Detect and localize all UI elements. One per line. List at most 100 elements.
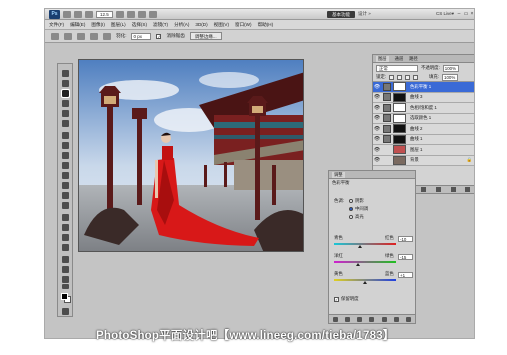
antialias-checkbox[interactable]: ✓ bbox=[156, 33, 162, 39]
dodge-tool-icon[interactable] bbox=[62, 202, 69, 209]
lasso-tool-icon[interactable] bbox=[61, 89, 70, 98]
radio-dot[interactable] bbox=[349, 207, 353, 211]
minibridge-icon[interactable] bbox=[74, 10, 82, 18]
lock-all-icon[interactable] bbox=[413, 74, 419, 80]
menu-file[interactable]: 文件(F) bbox=[49, 22, 64, 28]
opacity-input[interactable]: 100% bbox=[442, 64, 459, 72]
layer-mask-thumbnail[interactable] bbox=[393, 113, 406, 123]
screen-mode-icon[interactable] bbox=[148, 10, 157, 18]
healing-brush-tool-icon[interactable] bbox=[62, 132, 69, 139]
trash-icon[interactable] bbox=[406, 316, 412, 322]
lock-transparent-icon[interactable] bbox=[389, 74, 395, 80]
quick-mask-icon[interactable] bbox=[62, 308, 69, 315]
visibility-eye-icon[interactable]: 👁 bbox=[373, 157, 381, 163]
blend-mode-select[interactable]: 正常 bbox=[376, 64, 418, 72]
layer-row[interactable]: 👁 图层 1 bbox=[373, 145, 474, 156]
lock-position-icon[interactable] bbox=[405, 74, 411, 80]
eraser-tool-icon[interactable] bbox=[62, 172, 69, 179]
layer-row[interactable]: 👁 色相/饱和度 1 bbox=[373, 103, 474, 114]
layer-mask-thumbnail[interactable] bbox=[393, 134, 406, 144]
visibility-eye-icon[interactable]: 👁 bbox=[373, 84, 381, 90]
quick-select-tool-icon[interactable] bbox=[62, 100, 69, 107]
clip-to-layer-icon[interactable] bbox=[357, 316, 363, 322]
cs-live-button[interactable]: CS Live▾ bbox=[436, 11, 454, 17]
menu-3d[interactable]: 3D(D) bbox=[195, 22, 207, 27]
clone-stamp-tool-icon[interactable] bbox=[62, 152, 69, 159]
radio-dot[interactable] bbox=[349, 215, 353, 219]
yellow-blue-slider-thumb[interactable] bbox=[363, 281, 367, 284]
tone-highlights-radio[interactable]: 高光 bbox=[349, 214, 364, 220]
zoom-tool-icon[interactable] bbox=[126, 10, 135, 18]
zoom-level-select[interactable]: 12.5 bbox=[96, 10, 113, 18]
new-adjustment-icon[interactable] bbox=[421, 187, 427, 192]
visibility-eye-icon[interactable]: 👁 bbox=[373, 115, 381, 121]
cyan-red-slider[interactable] bbox=[334, 243, 396, 245]
layer-mask-thumbnail[interactable] bbox=[393, 103, 406, 113]
menu-help[interactable]: 帮助(H) bbox=[258, 22, 274, 28]
yellow-blue-value[interactable]: +1 bbox=[398, 272, 413, 278]
menu-layer[interactable]: 图层(L) bbox=[111, 22, 126, 28]
path-select-tool-icon[interactable] bbox=[62, 234, 69, 241]
lock-pixels-icon[interactable] bbox=[397, 74, 403, 80]
3d-camera-tool-icon[interactable] bbox=[62, 266, 69, 273]
document-canvas[interactable] bbox=[78, 59, 304, 252]
view-extras-icon[interactable] bbox=[85, 10, 93, 18]
new-layer-icon[interactable] bbox=[450, 187, 456, 192]
hand-tool-icon[interactable] bbox=[62, 276, 69, 283]
menu-view[interactable]: 视图(V) bbox=[214, 22, 229, 28]
toggle-visibility-icon[interactable] bbox=[369, 316, 375, 322]
tone-shadows-radio[interactable]: 阴影 bbox=[349, 198, 364, 204]
refine-edge-button[interactable]: 调整边缘... bbox=[189, 32, 222, 40]
tab-paths[interactable]: 路径 bbox=[409, 56, 418, 62]
intersect-selection-icon[interactable] bbox=[103, 32, 111, 40]
return-to-list-icon[interactable] bbox=[332, 316, 338, 322]
tone-midtones-radio[interactable]: 中间调 bbox=[349, 206, 368, 212]
blur-tool-icon[interactable] bbox=[62, 192, 69, 199]
crop-tool-icon[interactable] bbox=[62, 110, 69, 117]
cyan-red-slider-thumb[interactable] bbox=[358, 245, 363, 248]
menu-analysis[interactable]: 分析(A) bbox=[174, 22, 189, 28]
magenta-green-slider-thumb[interactable] bbox=[355, 263, 360, 266]
preserve-luminosity-checkbox[interactable]: ✓ bbox=[334, 296, 339, 302]
new-group-icon[interactable] bbox=[436, 187, 442, 192]
move-tool-icon[interactable] bbox=[62, 70, 69, 77]
layer-row[interactable]: 👁 背景 🔒 bbox=[373, 155, 474, 166]
fill-input[interactable]: 100% bbox=[442, 73, 459, 81]
new-selection-icon[interactable] bbox=[64, 32, 72, 40]
layer-row[interactable]: 👁 曲线 1 bbox=[373, 134, 474, 145]
marquee-tool-icon[interactable] bbox=[62, 80, 69, 87]
eyedropper-tool-icon[interactable] bbox=[62, 120, 69, 127]
history-brush-tool-icon[interactable] bbox=[62, 162, 69, 169]
workspace-design-link[interactable]: 设计 » bbox=[358, 11, 371, 17]
menu-filter[interactable]: 滤镜(T) bbox=[153, 22, 168, 28]
magenta-green-slider[interactable] bbox=[334, 261, 396, 263]
feather-input[interactable]: 0 px bbox=[131, 32, 152, 40]
lasso-preset-icon[interactable] bbox=[51, 32, 59, 40]
3d-rotate-tool-icon[interactable] bbox=[62, 256, 69, 263]
visibility-eye-icon[interactable]: 👁 bbox=[373, 94, 381, 100]
menu-image[interactable]: 图像(I) bbox=[91, 22, 105, 28]
arrange-documents-icon[interactable] bbox=[137, 10, 146, 18]
trash-icon[interactable] bbox=[465, 187, 471, 192]
layer-mask-thumbnail[interactable] bbox=[393, 82, 406, 92]
type-tool-icon[interactable] bbox=[62, 224, 69, 231]
layer-mask-thumbnail[interactable] bbox=[393, 92, 406, 102]
pen-tool-icon[interactable] bbox=[62, 214, 69, 221]
visibility-eye-icon[interactable]: 👁 bbox=[373, 105, 381, 111]
visibility-eye-icon[interactable]: 👁 bbox=[373, 147, 381, 153]
layer-row[interactable]: 👁 色彩平衡 1 bbox=[373, 82, 474, 93]
shape-tool-icon[interactable] bbox=[62, 244, 69, 251]
visibility-eye-icon[interactable]: 👁 bbox=[373, 126, 381, 132]
layer-row[interactable]: 👁 曲线 2 bbox=[373, 124, 474, 135]
brush-tool-icon[interactable] bbox=[62, 142, 69, 149]
add-selection-icon[interactable] bbox=[77, 32, 85, 40]
subtract-selection-icon[interactable] bbox=[90, 32, 98, 40]
hand-tool-icon[interactable] bbox=[115, 10, 124, 18]
bridge-icon[interactable] bbox=[63, 10, 71, 18]
gradient-tool-icon[interactable] bbox=[62, 182, 69, 189]
menu-select[interactable]: 选择(S) bbox=[132, 22, 147, 28]
zoom-tool-icon[interactable] bbox=[62, 284, 69, 289]
menu-edit[interactable]: 编辑(E) bbox=[70, 22, 85, 28]
cyan-red-value[interactable]: -10 bbox=[398, 236, 413, 242]
magenta-green-value[interactable]: -15 bbox=[398, 254, 413, 260]
